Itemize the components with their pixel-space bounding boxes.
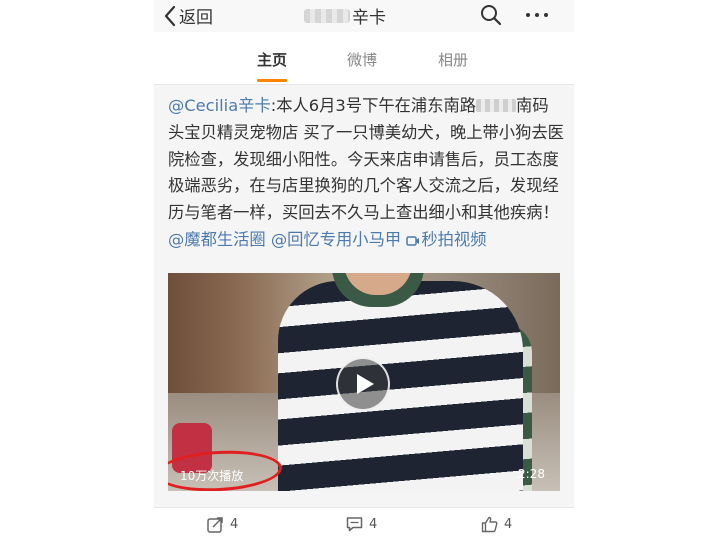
profile-tabs: 主页 微博 相册 <box>154 32 574 85</box>
play-icon <box>357 374 374 394</box>
back-label: 返回 <box>179 8 213 28</box>
page-title: 辛卡 <box>304 3 386 28</box>
search-icon <box>481 5 502 26</box>
chevron-left-icon <box>164 5 176 26</box>
tab-album[interactable]: 相册 <box>438 49 468 70</box>
tab-weibo[interactable]: 微博 <box>347 49 377 70</box>
video-link-label: 秒拍视频 <box>421 229 487 249</box>
title-mosaic <box>304 8 350 23</box>
repost-icon <box>207 517 223 533</box>
like-count: 4 <box>504 517 513 532</box>
video-frame-shirt <box>278 281 523 491</box>
video-duration: 2:28 <box>518 467 545 481</box>
play-button[interactable] <box>336 357 390 411</box>
weibo-post: @Cecilia辛卡:本人6月3号下午在浦东南路 南码头宝贝精灵宠物店 买了一只博… <box>154 85 574 507</box>
comment-button[interactable]: 4 <box>346 516 377 532</box>
page-title-text: 辛卡 <box>352 8 386 28</box>
post-text: @Cecilia辛卡:本人6月3号下午在浦东南路 南码头宝贝精灵宠物店 买了一只博… <box>168 93 564 254</box>
address-mosaic <box>476 99 517 112</box>
back-button[interactable]: 返回 <box>164 3 213 28</box>
comment-count: 4 <box>369 516 378 532</box>
mention-link-1[interactable]: @魔都生活圈 <box>168 230 266 249</box>
repost-count: 4 <box>230 517 239 532</box>
post-action-bar: 4 4 4 <box>154 507 574 543</box>
like-button[interactable]: 4 <box>481 516 512 533</box>
active-tab-indicator <box>257 79 287 82</box>
comment-icon <box>346 517 363 532</box>
top-nav-bar: 返回 辛卡 <box>154 0 574 32</box>
phone-screen: 返回 辛卡 主页 微博 相册 @Cecilia辛卡:本人6月3号下午在浦东南路南… <box>154 0 574 543</box>
repost-button[interactable]: 4 <box>207 516 238 533</box>
mention-link-2[interactable]: @回忆专用小马甲 <box>271 230 401 249</box>
post-text-part-1: :本人6月3号下午在浦东南路 <box>270 96 477 115</box>
tab-home[interactable]: 主页 <box>257 49 287 70</box>
author-mention-link[interactable]: @Cecilia辛卡 <box>168 96 271 115</box>
search-button[interactable] <box>480 4 502 30</box>
video-link-icon <box>406 236 420 246</box>
more-icon[interactable] <box>526 13 548 17</box>
video-player[interactable]: 10万次播放 2:28 <box>168 273 560 491</box>
thumbs-up-icon <box>481 516 498 533</box>
video-link[interactable]: 秒拍视频 <box>406 230 486 249</box>
